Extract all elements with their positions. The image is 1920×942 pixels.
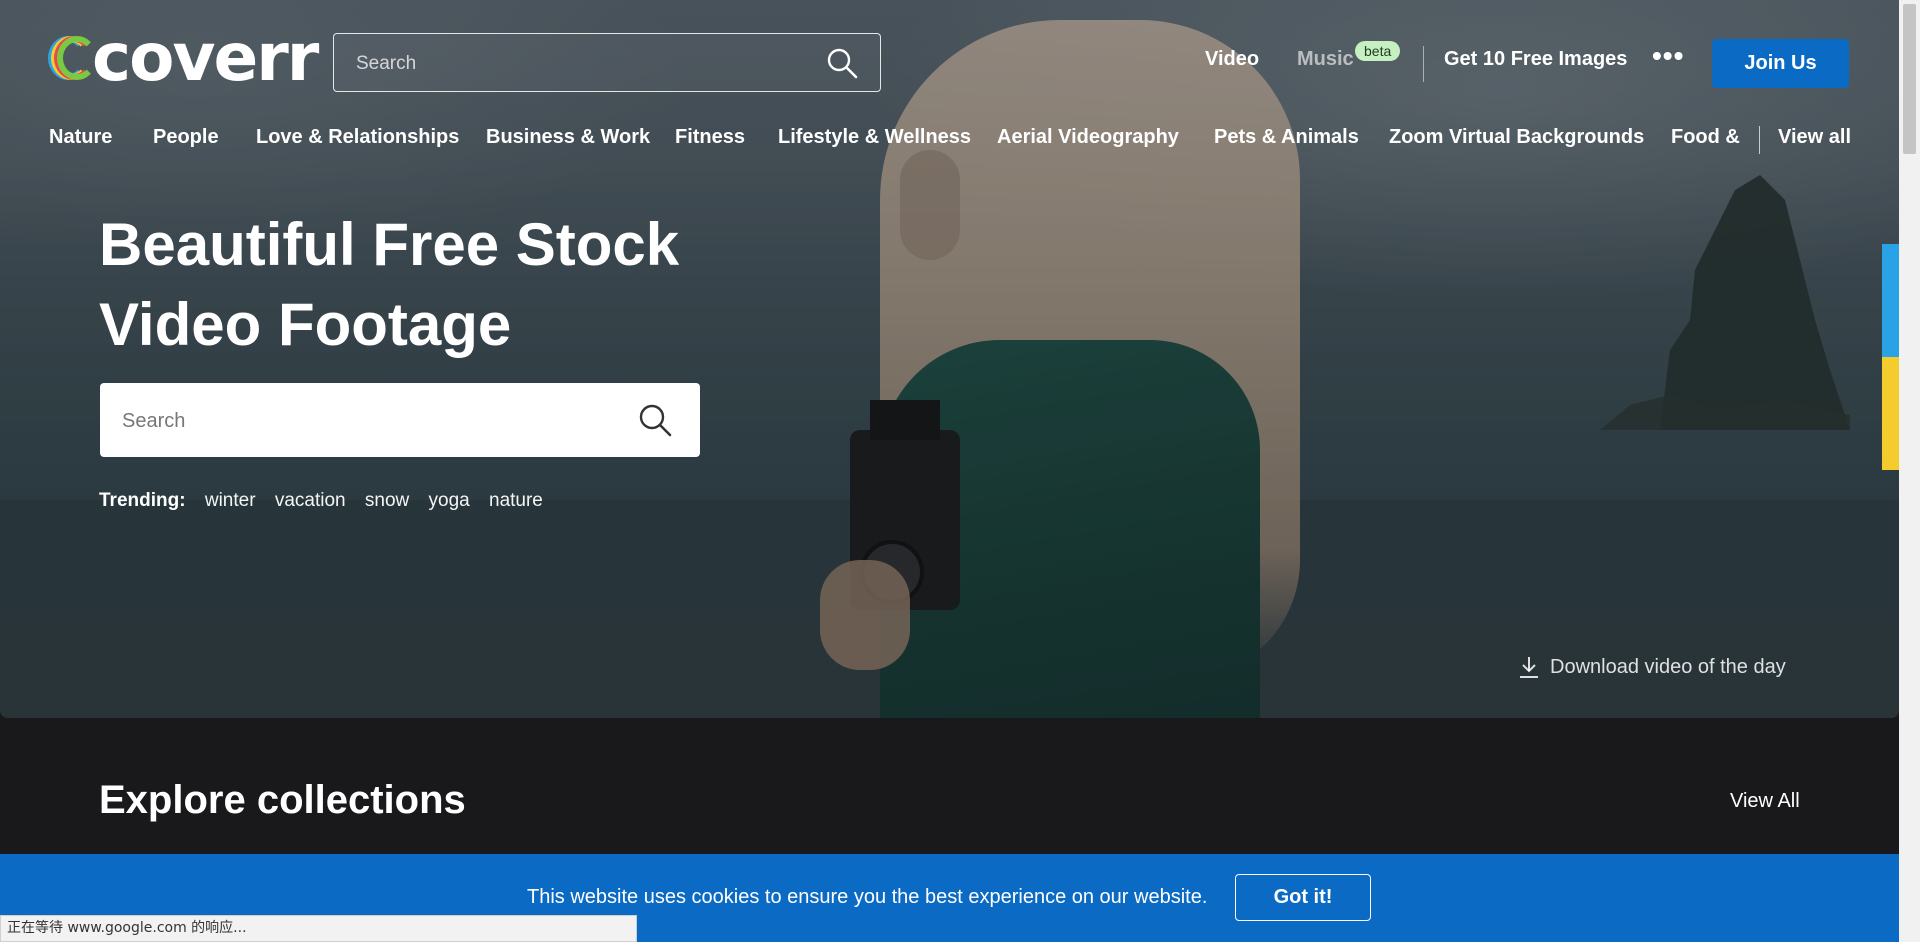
- category-link-food[interactable]: Food &: [1671, 126, 1740, 149]
- nav-video-link[interactable]: Video: [1205, 48, 1259, 78]
- logo-rings-icon: [48, 34, 97, 82]
- page-scrollbar[interactable]: [1899, 0, 1920, 942]
- scrollbar-thumb[interactable]: [1903, 4, 1916, 154]
- category-link-love-relationships[interactable]: Love & Relationships: [256, 126, 459, 149]
- category-link-business-work[interactable]: Business & Work: [486, 126, 650, 149]
- cookie-message: This website uses cookies to ensure you …: [527, 886, 1208, 908]
- logo-text: coverr: [92, 19, 319, 96]
- side-tab-yellow[interactable]: [1882, 357, 1899, 470]
- beta-badge: beta: [1355, 41, 1401, 61]
- header-search-box[interactable]: [333, 33, 881, 93]
- hero-search-input[interactable]: [120, 383, 604, 459]
- category-link-zoom-backgrounds[interactable]: Zoom Virtual Backgrounds: [1389, 126, 1644, 149]
- hero-title-line2: Video Footage: [99, 291, 512, 358]
- join-us-button[interactable]: Join Us: [1712, 39, 1849, 88]
- category-link-lifestyle-wellness[interactable]: Lifestyle & Wellness: [778, 126, 971, 149]
- download-video-of-day-label: Download video of the day: [1550, 655, 1786, 678]
- trending-tags: Trending: winter vacation snow yoga natu…: [99, 490, 557, 512]
- nav-free-images-link[interactable]: Get 10 Free Images: [1444, 48, 1627, 78]
- categories-view-all-link[interactable]: View all: [1778, 126, 1851, 149]
- category-link-fitness[interactable]: Fitness: [675, 126, 745, 149]
- trending-tag-yoga[interactable]: yoga: [429, 490, 470, 511]
- trending-label: Trending:: [99, 490, 186, 511]
- category-link-nature[interactable]: Nature: [49, 126, 112, 149]
- header-search-input[interactable]: [354, 34, 798, 93]
- coverr-logo[interactable]: coverr: [48, 19, 319, 96]
- explore-collections-title: Explore collections: [99, 778, 466, 822]
- search-icon[interactable]: [826, 47, 858, 79]
- search-icon[interactable]: [638, 403, 672, 437]
- more-dots-icon[interactable]: •••: [1652, 42, 1684, 70]
- hero-search-box[interactable]: [100, 383, 700, 459]
- download-video-of-day-link[interactable]: Download video of the day: [1518, 655, 1786, 679]
- side-tab-blue[interactable]: [1882, 244, 1899, 357]
- logo-ring-green: [57, 36, 97, 80]
- cookie-accept-button[interactable]: Got it!: [1235, 874, 1371, 921]
- trending-tag-snow[interactable]: snow: [365, 490, 409, 511]
- collections-view-all-link[interactable]: View All: [1730, 790, 1800, 813]
- category-divider: [1759, 126, 1760, 154]
- download-icon: [1520, 657, 1538, 678]
- nav-divider: [1423, 46, 1424, 82]
- hero-title-line1: Beautiful Free Stock: [99, 211, 680, 278]
- category-link-pets-animals[interactable]: Pets & Animals: [1214, 126, 1359, 149]
- trending-tag-vacation[interactable]: vacation: [275, 490, 346, 511]
- hero-title: Beautiful Free Stock Video Footage: [99, 205, 719, 365]
- category-link-people[interactable]: People: [153, 126, 219, 149]
- trending-tag-nature[interactable]: nature: [489, 490, 543, 511]
- browser-status-bar: 正在等待 www.google.com 的响应...: [0, 915, 637, 942]
- category-link-aerial-videography[interactable]: Aerial Videography: [997, 126, 1179, 149]
- nav-music-link[interactable]: Music: [1297, 48, 1354, 78]
- trending-tag-winter[interactable]: winter: [205, 490, 256, 511]
